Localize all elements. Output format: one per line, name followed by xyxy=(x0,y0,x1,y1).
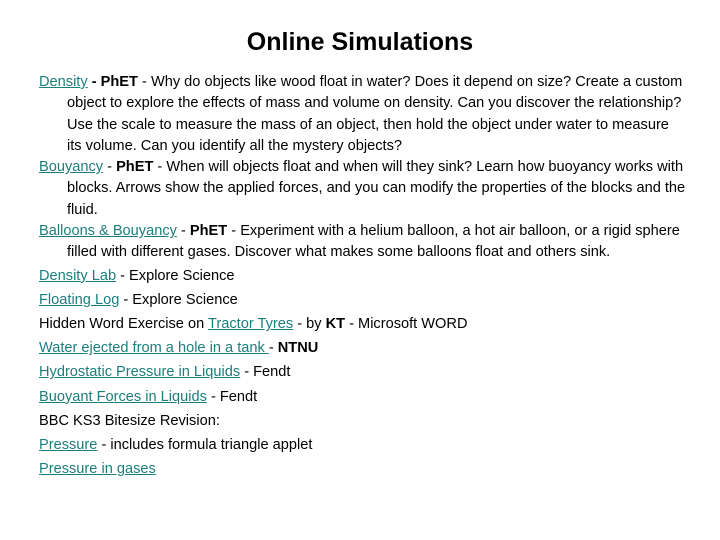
list-item-hydrostatic-pressure: Hydrostatic Pressure in Liquids - Fendt xyxy=(39,360,687,384)
list-item-water-ejected: Water ejected from a hole in a tank - NT… xyxy=(39,336,687,360)
density-description: Why do objects like wood float in water?… xyxy=(67,74,683,154)
list-item-bouyancy: Bouyancy - PhET - When will objects floa… xyxy=(39,157,687,221)
link-density[interactable]: Density xyxy=(39,74,88,90)
buoyant-forces-suffix: - Fendt xyxy=(206,388,258,405)
hidden-word-prefix: Hidden Word Exercise on xyxy=(39,316,208,333)
density-source: PhET xyxy=(100,74,138,90)
bouyancy-separator-2: - xyxy=(153,159,167,176)
density-separator-2: - xyxy=(137,74,151,90)
hidden-word-suffix: - Microsoft WORD xyxy=(345,316,468,333)
density-separator-1: - xyxy=(87,74,101,90)
list-item-pressure-in-gases: Pressure in gases xyxy=(39,457,687,481)
pressure-suffix: - includes formula triangle applet xyxy=(97,437,313,454)
list-item-buoyant-forces: Buoyant Forces in Liquids - Fendt xyxy=(39,385,687,409)
bbc-bitesize-heading: BBC KS3 Bitesize Revision: xyxy=(39,412,220,429)
balloons-separator-2: - xyxy=(227,223,241,240)
bouyancy-source: PhET xyxy=(116,159,154,176)
list-item-density: Density - PhET - Why do objects like woo… xyxy=(39,72,687,157)
list-item-density-lab: Density Lab - Explore Science xyxy=(39,264,687,288)
slide-canvas: Online Simulations Density - PhET - Why … xyxy=(0,0,720,540)
hidden-word-mid: - by xyxy=(293,316,326,333)
bouyancy-separator-1: - xyxy=(103,159,117,176)
hidden-word-author: KT xyxy=(325,316,346,333)
floating-log-suffix: - Explore Science xyxy=(119,291,238,308)
link-floating-log[interactable]: Floating Log xyxy=(39,292,119,308)
resource-link-list: Density - PhET - Why do objects like woo… xyxy=(39,72,687,482)
link-buoyant-forces[interactable]: Buoyant Forces in Liquids xyxy=(39,389,207,405)
water-ejected-separator: - xyxy=(268,340,278,357)
link-tractor-tyres[interactable]: Tractor Tyres xyxy=(208,316,293,332)
page-title: Online Simulations xyxy=(246,28,474,56)
hydrostatic-suffix: - Fendt xyxy=(240,364,291,381)
link-pressure[interactable]: Pressure xyxy=(39,437,97,453)
link-bouyancy[interactable]: Bouyancy xyxy=(39,159,103,175)
density-lab-suffix: - Explore Science xyxy=(116,267,235,284)
balloons-source: PhET xyxy=(189,223,228,240)
link-pressure-in-gases[interactable]: Pressure in gases xyxy=(39,461,156,477)
link-balloons-bouyancy[interactable]: Balloons & Bouyancy xyxy=(39,223,177,239)
list-item-pressure: Pressure - includes formula triangle app… xyxy=(39,433,687,457)
link-water-ejected-from-hole[interactable]: Water ejected from a hole in a tank xyxy=(39,340,269,356)
link-density-lab[interactable]: Density Lab xyxy=(39,268,116,284)
list-item-balloons-bouyancy: Balloons & Bouyancy - PhET - Experiment … xyxy=(39,221,687,264)
list-item-floating-log: Floating Log - Explore Science xyxy=(39,288,687,312)
list-item-hidden-word-exercise: Hidden Word Exercise on Tractor Tyres - … xyxy=(39,312,687,336)
water-ejected-source: NTNU xyxy=(277,340,319,357)
link-hydrostatic-pressure[interactable]: Hydrostatic Pressure in Liquids xyxy=(39,364,240,380)
balloons-separator-1: - xyxy=(176,223,190,240)
